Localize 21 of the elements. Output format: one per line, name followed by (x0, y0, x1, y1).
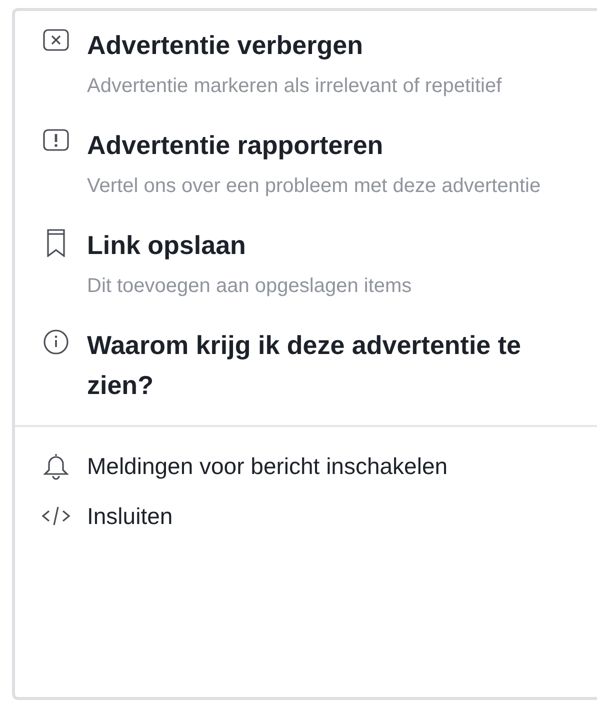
menu-item-description: Advertentie markeren als irrelevant of repetitief (87, 74, 503, 99)
bell-icon (43, 452, 69, 480)
menu-item[interactable]: Waarom krijg ik deze advertentie te zien? (15, 325, 597, 405)
bookmark-icon (46, 229, 66, 257)
menu-item-title: Waarom krijg ik deze advertentie te zien? (87, 329, 522, 402)
info-icon (43, 329, 69, 355)
menu-item-description: Dit toevoegen aan opgeslagen items (87, 274, 413, 299)
menu-item-description: Vertel ons over een probleem met deze advertentie (87, 174, 542, 199)
menu-item[interactable]: Advertentie rapporteren Vertel ons over een probleem met deze advertentie (15, 125, 597, 207)
menu-item-title: Advertentie rapporteren (87, 129, 384, 162)
code-icon (41, 504, 71, 528)
menu-item-title: Advertentie verbergen (87, 29, 364, 62)
close-icon (43, 29, 69, 51)
menu-item-title: Insluiten (87, 502, 174, 531)
exclamation-icon (43, 129, 69, 151)
menu-item[interactable]: Advertentie verbergen Advertentie markeren als irrelevant of repetitief (15, 25, 597, 107)
menu-item[interactable]: Insluiten (15, 491, 597, 541)
menu-item[interactable]: Link opslaan Dit toevoegen aan opgeslagen items (15, 225, 597, 307)
menu-item-title: Link opslaan (87, 229, 247, 262)
menu-item[interactable]: Meldingen voor bericht inschakelen (15, 441, 597, 491)
menu-item-title: Meldingen voor bericht inschakelen (87, 452, 449, 481)
